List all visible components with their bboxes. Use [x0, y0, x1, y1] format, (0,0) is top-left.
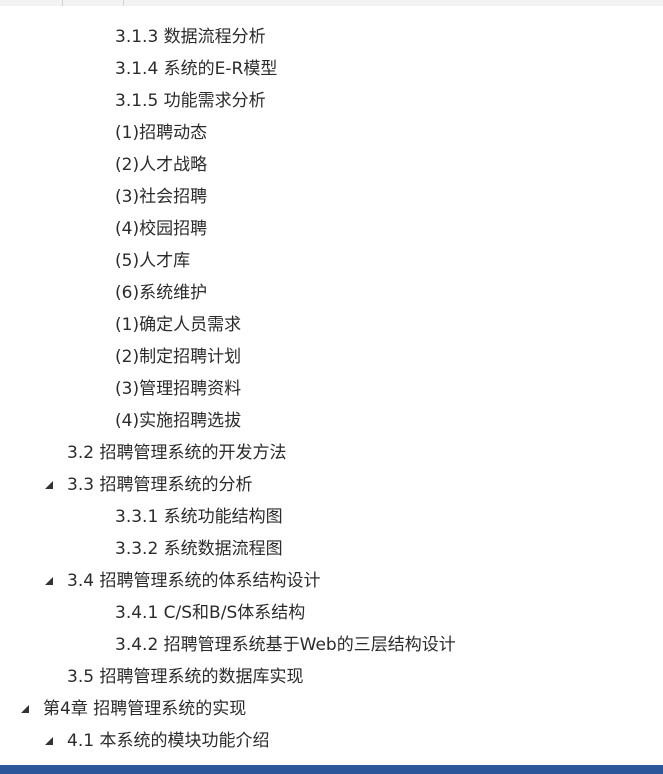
nav-heading-label: 3.3.1 系统功能结构图 [115, 507, 283, 527]
nav-heading-label: 3.3 招聘管理系统的分析 [67, 475, 253, 495]
nav-heading-label: (3)管理招聘资料 [115, 379, 242, 399]
nav-heading-label: 3.1.4 系统的E-R模型 [115, 59, 278, 79]
nav-heading-item[interactable]: 3.3.2 系统数据流程图 [0, 533, 663, 565]
nav-heading-label: (1)招聘动态 [115, 123, 208, 143]
nav-heading-label: 3.4.2 招聘管理系统基于Web的三层结构设计 [115, 635, 456, 655]
nav-heading-label: 3.3.2 系统数据流程图 [115, 539, 283, 559]
nav-heading-label: (3)社会招聘 [115, 187, 208, 207]
nav-heading-label: 3.1.5 功能需求分析 [115, 91, 266, 111]
status-bar [0, 765, 663, 774]
nav-heading-label: 3.5 招聘管理系统的数据库实现 [67, 667, 304, 687]
nav-heading-label: 3.4.1 C/S和B/S体系结构 [115, 603, 306, 623]
nav-heading-item[interactable]: (6)系统维护 [0, 277, 663, 309]
nav-heading-label: 4.1 本系统的模块功能介绍 [67, 731, 270, 751]
nav-heading-item[interactable]: 3.1.5 功能需求分析 [0, 85, 663, 117]
nav-heading-label: (5)人才库 [115, 251, 191, 271]
navigation-pane-headings-tree[interactable]: 3.1.3 数据流程分析 3.1.4 系统的E-R模型 3.1.5 功能需求分析 (1… [0, 6, 663, 765]
nav-heading-label: 3.4 招聘管理系统的体系结构设计 [67, 571, 321, 591]
nav-heading-label: 3.1.3 数据流程分析 [115, 27, 266, 47]
nav-heading-label: (2)人才战略 [115, 155, 208, 175]
nav-heading-item[interactable]: (1)招聘动态 [0, 117, 663, 149]
nav-heading-label: (4)校园招聘 [115, 219, 208, 239]
collapse-triangle-icon[interactable] [44, 576, 54, 586]
collapse-triangle-icon[interactable] [44, 480, 54, 490]
nav-heading-label: (4)实施招聘选拔 [115, 411, 242, 431]
nav-heading-label: 第4章 招聘管理系统的实现 [43, 699, 247, 719]
nav-heading-item[interactable]: (4)实施招聘选拔 [0, 405, 663, 437]
nav-heading-item[interactable]: (5)人才库 [0, 245, 663, 277]
nav-heading-label: (1)确定人员需求 [115, 315, 242, 335]
nav-heading-item[interactable]: 3.4 招聘管理系统的体系结构设计 [0, 565, 663, 597]
collapse-triangle-icon[interactable] [44, 736, 54, 746]
nav-heading-item[interactable]: 3.1.3 数据流程分析 [0, 21, 663, 53]
nav-heading-item[interactable]: 3.4.1 C/S和B/S体系结构 [0, 597, 663, 629]
nav-heading-item[interactable]: 3.3.1 系统功能结构图 [0, 501, 663, 533]
nav-heading-label: 3.2 招聘管理系统的开发方法 [67, 443, 287, 463]
nav-heading-item[interactable]: 第4章 招聘管理系统的实现 [0, 693, 663, 725]
nav-heading-item[interactable]: (2)人才战略 [0, 149, 663, 181]
nav-heading-item[interactable]: 3.3 招聘管理系统的分析 [0, 469, 663, 501]
nav-heading-item[interactable]: (2)制定招聘计划 [0, 341, 663, 373]
nav-heading-item[interactable]: (1)确定人员需求 [0, 309, 663, 341]
nav-heading-label: (2)制定招聘计划 [115, 347, 242, 367]
nav-heading-item[interactable]: (3)管理招聘资料 [0, 373, 663, 405]
nav-heading-item[interactable]: 3.2 招聘管理系统的开发方法 [0, 437, 663, 469]
nav-heading-item[interactable]: 3.4.2 招聘管理系统基于Web的三层结构设计 [0, 629, 663, 661]
nav-heading-label: (6)系统维护 [115, 283, 208, 303]
collapse-triangle-icon[interactable] [20, 704, 30, 714]
nav-heading-item[interactable]: (3)社会招聘 [0, 181, 663, 213]
nav-heading-item[interactable]: 4.1 本系统的模块功能介绍 [0, 725, 663, 757]
nav-heading-item[interactable]: 3.5 招聘管理系统的数据库实现 [0, 661, 663, 693]
nav-heading-item[interactable]: 3.1.4 系统的E-R模型 [0, 53, 663, 85]
nav-heading-item[interactable]: (4)校园招聘 [0, 213, 663, 245]
